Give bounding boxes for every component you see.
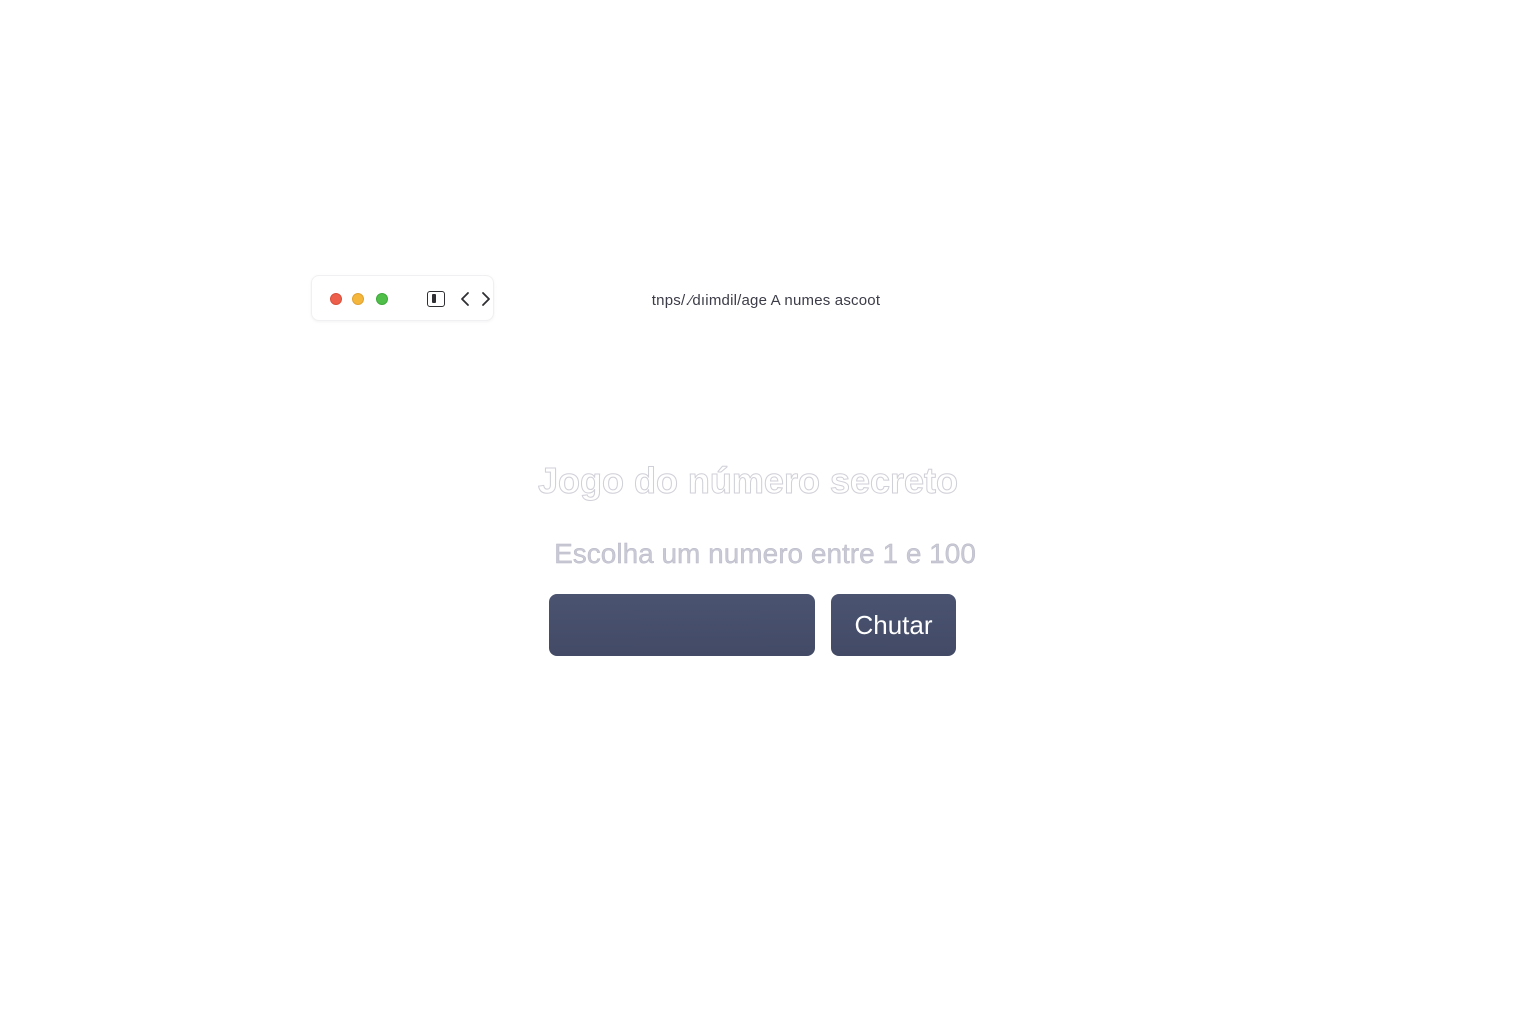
back-arrow-icon[interactable]: [457, 289, 473, 309]
minimize-window-button[interactable]: [352, 293, 364, 305]
guess-button[interactable]: Chutar: [831, 594, 956, 656]
instruction-text: Escolha um numero entre 1 e 100: [554, 538, 976, 569]
address-bar[interactable]: tnps/.⁄dıimdil/age A numes ascoot: [560, 292, 972, 309]
close-window-button[interactable]: [330, 293, 342, 305]
guess-input[interactable]: [549, 594, 815, 656]
browser-toolbar: [311, 275, 494, 321]
page-title: Jogo do número secreto: [537, 460, 959, 502]
sidebar-icon[interactable]: [427, 291, 445, 307]
maximize-window-button[interactable]: [376, 293, 388, 305]
forward-arrow-icon[interactable]: [478, 289, 494, 309]
page: tnps/.⁄dıimdil/age A numes ascoot Jogo d…: [0, 0, 1536, 1024]
